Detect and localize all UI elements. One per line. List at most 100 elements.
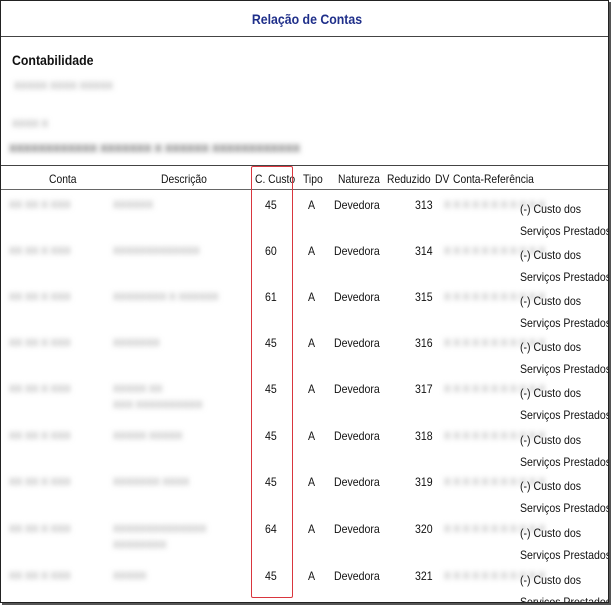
descricao-cell: XXXXX [113,571,147,582]
ref-line-1: (-) Custo dos [520,202,582,216]
table-row: XX XX X XXX XXXXXX 45 A Devedora 313 X X… [1,198,608,244]
conta-referencia-cell: (-) Custo dos Serviços Prestados [520,429,608,473]
report-frame: Relação de Contas Contabilidade XXXXX XX… [0,0,609,603]
tipo-cell: A [308,290,316,304]
reduzido-cell: 316 [415,336,433,350]
ref-line-2: Serviços Prestados [520,501,609,515]
conta-referencia-cell: (-) Custo dos Serviços Prestados [520,244,608,288]
conta-cell: XX XX X XXX [9,431,71,442]
ccusto-cell: 60 [265,244,277,258]
descricao-cell-line2: XXXXXXXX [113,540,167,551]
ccusto-cell: 64 [265,522,277,536]
conta-referencia-cell: (-) Custo dos Serviços Prestados [520,382,608,426]
ccusto-cell: 45 [265,475,277,489]
conta-cell: XX XX X XXX [9,571,71,582]
reduzido-cell: 321 [415,569,433,583]
ccusto-cell: 45 [265,429,277,443]
conta-referencia-cell: (-) Custo dos Serviços Prestados [520,475,608,519]
ccusto-cell: 45 [265,382,277,396]
natureza-cell: Devedora [334,382,380,396]
table-row: XX XX X XXX XXXXXXX 45 A Devedora 316 X … [1,336,608,382]
table-row: XX XX X XXX XXXXXXXXXXXXXX XXXXXXXX 64 A… [1,522,609,568]
descricao-cell: XXXXXXXXXXXXXX [113,524,207,535]
natureza-cell: Devedora [334,569,380,583]
tipo-cell: A [308,336,316,350]
col-header-conta-referencia: Conta-Referência [453,172,534,186]
ref-line-2: Serviços Prestados [520,362,609,376]
ref-line-1: (-) Custo dos [520,526,582,540]
ccusto-cell: 45 [265,198,277,212]
ref-line-2: Serviços Prestados [520,595,609,603]
descricao-cell-line2: XXX XXXXXXXXXX [113,400,203,411]
descricao-cell: XXXXXXX [113,338,160,349]
conta-cell: XX XX X XXX [9,200,71,211]
ccusto-cell: 61 [265,290,277,304]
col-header-dv: DV [435,172,450,186]
reduzido-cell: 317 [415,382,433,396]
table-row: XX XX X XXX XXXXX XX XXX XXXXXXXXXX 45 A… [1,382,608,428]
descricao-cell: XXXXXX [113,200,154,211]
conta-referencia-cell: (-) Custo dos Serviços Prestados [520,290,608,334]
reduzido-cell: 320 [415,522,433,536]
ref-line-1: (-) Custo dos [520,294,582,308]
conta-referencia-cell: (-) Custo dos Serviços Prestados [520,569,608,602]
conta-referencia-cell: (-) Custo dos Serviços Prestados [520,198,608,242]
ref-line-2: Serviços Prestados [520,455,609,469]
tipo-cell: A [308,522,316,536]
ccusto-cell: 45 [265,336,277,350]
table-row: XX XX X XXX XXXXXXXX X XXXXXX 61 A Deved… [1,290,608,336]
ref-line-2: Serviços Prestados [520,316,609,330]
ref-line-1: (-) Custo dos [520,433,582,447]
ref-line-2: Serviços Prestados [520,270,609,284]
ref-line-1: (-) Custo dos [520,573,582,587]
blurred-line-1: XXXXX XXXX XXXXX [14,81,113,92]
table-row: XX XX X XXX XXXXXXXXXXXXX 60 A Devedora … [1,244,608,290]
tipo-cell: A [308,569,316,583]
col-header-natureza: Natureza [338,172,380,186]
descricao-cell: XXXXXXXX X XXXXXX [113,292,219,303]
table-row: XX XX X XXX XXXXX XXXXX 45 A Devedora 31… [1,429,608,475]
conta-cell: XX XX X XXX [9,477,71,488]
col-header-conta: Conta [49,172,77,186]
descricao-cell: XXXXXXXXXXXXX [113,246,200,257]
reduzido-cell: 313 [415,198,433,212]
tipo-cell: A [308,475,316,489]
conta-cell: XX XX X XXX [9,292,71,303]
ccusto-cell: 45 [265,569,277,583]
ref-line-2: Serviços Prestados [520,408,609,422]
descricao-cell: XXXXX XXXXX [113,431,183,442]
tipo-cell: A [308,382,316,396]
ref-line-1: (-) Custo dos [520,340,582,354]
conta-referencia-cell: (-) Custo dos Serviços Prestados [520,336,608,380]
tipo-cell: A [308,198,316,212]
conta-cell: XX XX X XXX [9,384,71,395]
tipo-cell: A [308,244,316,258]
natureza-cell: Devedora [334,290,380,304]
reduzido-cell: 319 [415,475,433,489]
descricao-cell: XXXXXXX XXXX [113,477,190,488]
natureza-cell: Devedora [334,198,380,212]
col-header-tipo: Tipo [303,172,323,186]
natureza-cell: Devedora [334,336,380,350]
table-row: XX XX X XXX XXXXXXX XXXX 45 A Devedora 3… [1,475,608,521]
blurred-line-2: XXXX X [12,119,49,130]
reduzido-cell: 315 [415,290,433,304]
ref-line-2: Serviços Prestados [520,224,609,238]
ref-line-1: (-) Custo dos [520,248,582,262]
conta-cell: XX XX X XXX [9,524,71,535]
ref-line-1: (-) Custo dos [520,386,582,400]
table-header-bottom-rule [1,189,608,190]
descricao-cell: XXXXX XX [113,384,163,395]
reduzido-cell: 314 [415,244,433,258]
natureza-cell: Devedora [334,429,380,443]
ref-line-2: Serviços Prestados [520,548,609,562]
natureza-cell: Devedora [334,475,380,489]
natureza-cell: Devedora [334,244,380,258]
col-header-descricao: Descrição [161,172,207,186]
table-row: XX XX X XXX XXXXX 45 A Devedora 321 X X … [1,569,608,602]
title-divider [1,36,608,37]
report-title: Relação de Contas [251,11,363,27]
col-header-reduzido: Reduzido [387,172,431,186]
conta-cell: XX XX X XXX [9,246,71,257]
tipo-cell: A [308,429,316,443]
